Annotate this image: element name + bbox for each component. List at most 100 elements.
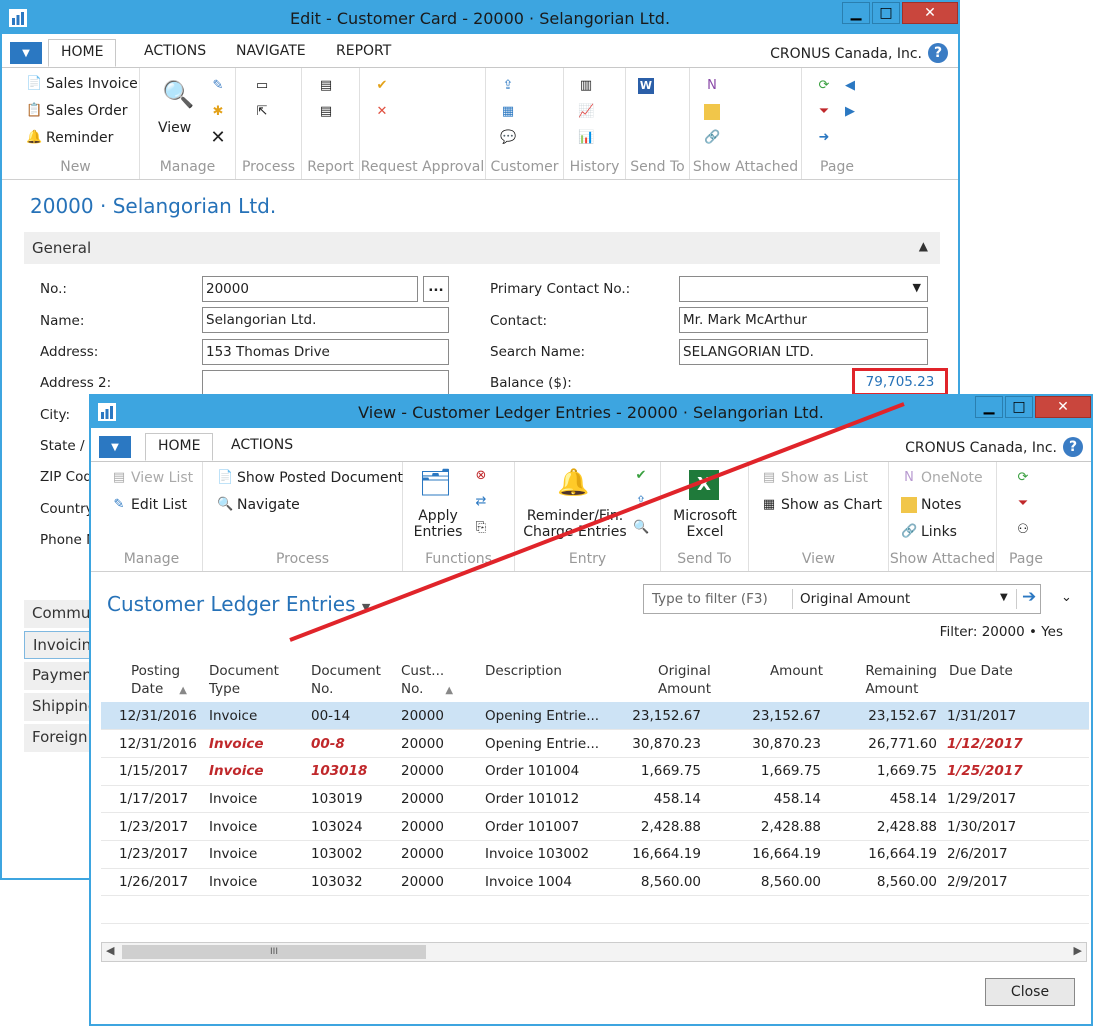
search-name-field[interactable]: SELANGORIAN LTD.: [679, 339, 928, 365]
microsoft-excel-button[interactable]: Microsoft Excel: [667, 508, 743, 540]
copy-icon[interactable]: ⎘: [473, 520, 489, 536]
show-posted-document-button[interactable]: 📄 Show Posted Document: [217, 470, 403, 486]
share-icon[interactable]: ⇪: [500, 78, 516, 94]
scroll-left-icon[interactable]: ◀: [106, 944, 114, 957]
reverse-icon[interactable]: ⇄: [473, 494, 489, 510]
navigate-button[interactable]: 🔍 Navigate: [217, 497, 300, 513]
maximize-button[interactable]: □: [872, 2, 900, 24]
general-fasttab[interactable]: General ▲: [24, 232, 940, 264]
filter-input[interactable]: Type to filter (F3): [652, 591, 768, 607]
col-original-amount[interactable]: Original Amount: [613, 662, 721, 702]
approve-icon[interactable]: ✔: [374, 78, 390, 94]
report-icon[interactable]: ▤: [318, 78, 334, 94]
edit-list-button[interactable]: ✎ Edit List: [111, 497, 188, 513]
minimize-button[interactable]: ▁: [842, 2, 870, 24]
apply-entries-button[interactable]: Apply Entries: [409, 508, 467, 540]
comment-icon[interactable]: 💬: [500, 130, 516, 146]
close-window-button[interactable]: ✕: [1035, 396, 1091, 418]
table-row[interactable]: 12/31/2016 Invoice 00-14 20000 Opening Entri…: [101, 702, 1089, 731]
apply-entries-icon[interactable]: 🗂: [419, 468, 452, 498]
help-icon[interactable]: ?: [928, 43, 948, 63]
table-row[interactable]: 1/15/2017 Invoice 103018 20000 Order 101004 1…: [101, 757, 1089, 786]
find-binoculars-icon[interactable]: ⚇: [1015, 522, 1031, 538]
expand-filter-icon[interactable]: ⌄: [1061, 590, 1072, 605]
close-button[interactable]: Close: [985, 978, 1075, 1006]
tab-actions[interactable]: ACTIONS: [231, 437, 293, 453]
col-amount[interactable]: Amount: [721, 662, 831, 702]
apply-filter-arrow-icon[interactable]: ➔: [1022, 587, 1036, 607]
find-icon[interactable]: 🔍: [633, 520, 649, 536]
table-row[interactable]: 12/31/2016 Invoice 00-8 20000 Opening Entrie…: [101, 729, 1089, 758]
col-customer-no[interactable]: Cust... No. ▲: [395, 662, 481, 702]
clear-filter-icon[interactable]: ⏷: [816, 104, 832, 120]
col-description[interactable]: Description: [481, 662, 613, 702]
help-icon[interactable]: ?: [1063, 437, 1083, 457]
chevron-down-icon[interactable]: ▼: [913, 281, 921, 294]
tab-home[interactable]: HOME: [145, 433, 214, 461]
next-icon[interactable]: ▶: [842, 104, 858, 120]
refresh-icon[interactable]: ⟳: [1015, 470, 1031, 486]
address-field[interactable]: 153 Thomas Drive: [202, 339, 449, 365]
balance-link[interactable]: 79,705.23: [852, 368, 948, 396]
collapse-icon[interactable]: ▲: [919, 239, 928, 253]
edit-icon[interactable]: ✎: [210, 78, 226, 94]
col-due-date[interactable]: Due Date: [943, 662, 1089, 702]
table-row[interactable]: 1/26/2017 Invoice 103032 20000 Invoice 1004 8…: [101, 868, 1089, 897]
chevron-down-icon[interactable]: ▼: [362, 601, 370, 614]
document-icon[interactable]: ▭: [254, 78, 270, 94]
export-icon[interactable]: ⇱: [254, 104, 270, 120]
tab-report[interactable]: REPORT: [336, 43, 391, 59]
tab-navigate[interactable]: NAVIGATE: [236, 43, 306, 59]
file-menu-button[interactable]: ▼: [99, 436, 131, 458]
cancel-icon[interactable]: ✕: [374, 104, 390, 120]
reminder-icon[interactable]: 🔔: [557, 468, 589, 498]
previous-icon[interactable]: ◀: [842, 78, 858, 94]
table-row[interactable]: 1/23/2017 Invoice 103002 20000 Invoice 10300…: [101, 840, 1089, 869]
primary-contact-field[interactable]: ▼: [679, 276, 928, 302]
table-row[interactable]: 1/17/2017 Invoice 103019 20000 Order 101012 4…: [101, 785, 1089, 814]
apply-icon[interactable]: ⇪: [633, 494, 649, 510]
horizontal-scrollbar[interactable]: ◀ III ▶: [101, 942, 1087, 962]
unapply-icon[interactable]: ⊗: [473, 468, 489, 484]
go-to-icon[interactable]: ➜: [816, 130, 832, 146]
col-posting-date[interactable]: Posting Date ▲: [101, 662, 203, 702]
view-icon[interactable]: 🔍: [162, 80, 194, 110]
sales-order-button[interactable]: 📋 Sales Order: [26, 103, 128, 119]
onenote-icon[interactable]: N: [704, 78, 720, 94]
file-menu-button[interactable]: ▼: [10, 42, 42, 64]
scroll-thumb[interactable]: III: [122, 945, 426, 959]
col-document-no[interactable]: Document No.: [305, 662, 395, 702]
refresh-icon[interactable]: ⟳: [816, 78, 832, 94]
check-icon[interactable]: ✔: [633, 468, 649, 484]
sales-invoice-button[interactable]: 📄 Sales Invoice: [26, 76, 138, 92]
chart-icon[interactable]: 📊: [578, 130, 594, 146]
tab-actions[interactable]: ACTIONS: [144, 43, 206, 59]
new-icon[interactable]: ✱: [210, 104, 226, 120]
name-field[interactable]: Selangorian Ltd.: [202, 307, 449, 333]
clear-filter-icon[interactable]: ⏷: [1015, 496, 1031, 512]
filter-field-select[interactable]: Original Amount: [800, 591, 910, 607]
view-list-button[interactable]: ▤ View List: [111, 470, 193, 486]
lookup-button[interactable]: ...: [423, 276, 449, 302]
excel-icon[interactable]: X: [689, 470, 719, 500]
report-icon[interactable]: ▤: [318, 104, 334, 120]
list-title[interactable]: Customer Ledger Entries ▼: [107, 592, 370, 616]
reminder-entries-button[interactable]: Reminder/Fin. Charge Entries: [519, 508, 631, 540]
notes-button[interactable]: Notes: [901, 497, 961, 513]
maximize-button[interactable]: □: [1005, 396, 1033, 418]
tab-home[interactable]: HOME: [48, 39, 117, 67]
statistics-icon[interactable]: 📈: [578, 104, 594, 120]
col-remaining-amount[interactable]: Remaining Amount: [831, 662, 943, 702]
reminder-button[interactable]: 🔔 Reminder: [26, 130, 113, 146]
chevron-down-icon[interactable]: ▼: [1000, 592, 1008, 603]
show-as-list-button[interactable]: ▤ Show as List: [761, 470, 868, 486]
customer-icon[interactable]: ▦: [500, 104, 516, 120]
address-2-field[interactable]: [202, 370, 449, 396]
word-icon[interactable]: W: [638, 78, 654, 94]
onenote-button[interactable]: N OneNote: [901, 470, 983, 486]
links-icon[interactable]: 🔗: [704, 130, 720, 146]
scroll-right-icon[interactable]: ▶: [1074, 944, 1082, 957]
col-document-type[interactable]: Document Type: [203, 662, 305, 702]
ledger-icon[interactable]: ▥: [578, 78, 594, 94]
no-field[interactable]: 20000: [202, 276, 418, 302]
